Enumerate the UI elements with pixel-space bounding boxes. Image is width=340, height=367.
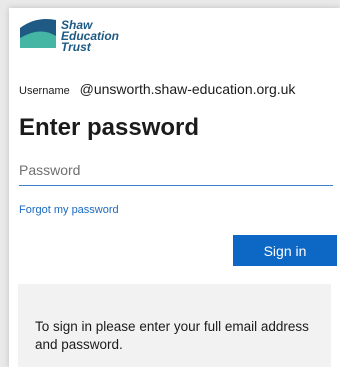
forgot-password-link[interactable]: Forgot my password [19,204,119,216]
password-input[interactable] [19,157,333,183]
info-text: To sign in please enter your full email … [35,319,309,352]
page-title: Enter password [19,114,200,141]
shaw-education-trust-logo: Shaw Education Trust [18,14,138,64]
username-value: @unsworth.shaw-education.org.uk [79,81,296,97]
logo-line-3: Trust [61,40,91,54]
logo-mark-icon [20,19,56,48]
sign-in-button[interactable]: Sign in [233,235,337,266]
username-row: Username @unsworth.shaw-education.org.uk [19,81,295,97]
signin-panel: Shaw Education Trust Username @unsworth.… [9,8,340,367]
username-label: Username [19,85,70,97]
password-field-wrapper [19,157,333,186]
logo-wordmark: Shaw Education Trust [61,19,119,54]
info-box: To sign in please enter your full email … [18,284,331,367]
